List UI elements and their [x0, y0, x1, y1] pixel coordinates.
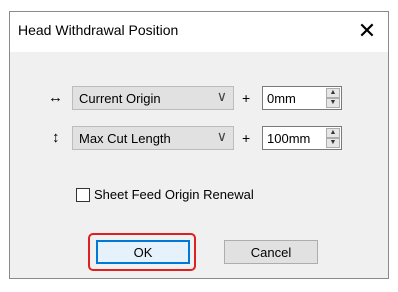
origin-select[interactable]: Current Origin ∨ — [72, 86, 234, 110]
origin-select-value: Current Origin — [79, 91, 161, 106]
cut-length-select-value: Max Cut Length — [79, 131, 171, 146]
plus-sign: + — [242, 130, 251, 146]
title-bar: Head Withdrawal Position ✕ — [10, 12, 388, 52]
cut-length-select[interactable]: Max Cut Length ∨ — [72, 126, 234, 150]
y-offset-up-button[interactable]: ▲ — [326, 128, 340, 138]
chevron-down-icon: ∨ — [216, 88, 227, 104]
sheet-feed-origin-renewal-label[interactable]: Sheet Feed Origin Renewal — [94, 187, 254, 202]
chevron-down-icon: ∨ — [216, 128, 227, 144]
plus-sign: + — [242, 90, 251, 106]
x-offset-down-button[interactable]: ▼ — [326, 98, 340, 108]
sheet-feed-origin-renewal-checkbox[interactable] — [76, 188, 90, 202]
dialog-title: Head Withdrawal Position — [18, 22, 179, 38]
y-offset-value: 100mm — [267, 131, 311, 146]
y-offset-down-button[interactable]: ▼ — [326, 138, 340, 148]
x-offset-up-button[interactable]: ▲ — [326, 88, 340, 98]
ok-button[interactable]: OK — [96, 240, 190, 264]
cancel-button-label: Cancel — [250, 244, 292, 260]
close-icon: ✕ — [357, 18, 377, 43]
close-button[interactable]: ✕ — [350, 16, 384, 46]
x-offset-value: 0mm — [267, 91, 296, 106]
x-offset-stepper[interactable]: 0mm ▲ ▼ — [262, 86, 342, 110]
cancel-button[interactable]: Cancel — [224, 240, 318, 264]
vertical-arrow-icon: ↕ — [52, 129, 60, 146]
ok-button-label: OK — [133, 244, 153, 260]
horizontal-arrow-icon: ↔ — [48, 89, 63, 106]
dialog-window: Head Withdrawal Position ✕ ↔ Current Ori… — [9, 11, 389, 279]
y-offset-stepper[interactable]: 100mm ▲ ▼ — [262, 126, 342, 150]
